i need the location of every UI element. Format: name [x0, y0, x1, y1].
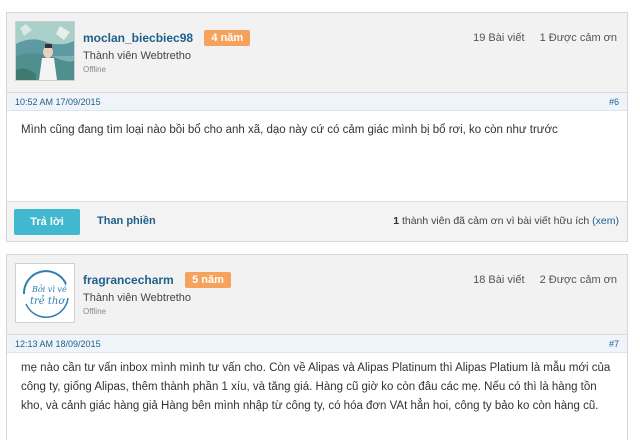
avatar-logo-icon: Bởi vì vẻ trẻ thơ	[16, 264, 74, 322]
avatar-photo-icon	[16, 22, 74, 80]
post-meta-bar: 10:52 AM 17/09/2015 #6	[7, 93, 627, 111]
post-meta-bar: 12:13 AM 18/09/2015 #7	[7, 335, 627, 353]
username-link[interactable]: moclan_biecbiec98	[83, 31, 193, 45]
user-stats: 18 Bài viết 2 Được cảm ơn	[473, 274, 617, 286]
post-content: Mình cũng đang tìm loại nào bồi bổ cho a…	[21, 124, 558, 136]
avatar[interactable]	[15, 21, 75, 81]
avatar[interactable]: Bởi vì vẻ trẻ thơ	[15, 263, 75, 323]
post-number-link[interactable]: #7	[609, 339, 619, 349]
thanked-count: 2 Được cảm ơn	[539, 274, 617, 286]
user-stats: 19 Bài viết 1 Được cảm ơn	[473, 32, 617, 44]
post-count: 18 Bài viết	[473, 274, 525, 286]
post-date: 12:13 AM 18/09/2015	[15, 339, 101, 349]
thanks-text: thành viên đã cảm ơn vì bài viết hữu ích	[399, 215, 593, 227]
post-header: moclan_biecbiec98 4 năm Thành viên Webtr…	[7, 13, 627, 93]
online-status: Offline	[83, 307, 106, 316]
post-count: 19 Bài viết	[473, 32, 525, 44]
report-link[interactable]: Than phiền	[97, 215, 156, 227]
user-info: moclan_biecbiec98 4 năm Thành viên Webtr…	[83, 30, 251, 74]
thanks-info: 1 thành viên đã cảm ơn vì bài viết hữu í…	[393, 215, 619, 227]
post-content: mẹ nào cần tư vấn inbox mình mình tư vấn…	[21, 362, 611, 412]
user-info: fragrancecharm 5 năm Thành viên Webtreth…	[83, 272, 231, 316]
forum-post: Bởi vì vẻ trẻ thơ fragrancecharm 5 năm T…	[6, 254, 628, 440]
thanked-count: 1 Được cảm ơn	[539, 32, 617, 44]
avatar-text-top: Bởi vì vẻ	[31, 285, 67, 294]
forum-post: moclan_biecbiec98 4 năm Thành viên Webtr…	[6, 12, 628, 242]
membership-years-badge: 4 năm	[204, 30, 251, 46]
online-status: Offline	[83, 65, 106, 74]
post-header: Bởi vì vẻ trẻ thơ fragrancecharm 5 năm T…	[7, 255, 627, 335]
post-footer: Trả lời Than phiền 1 thành viên đã cảm ơ…	[7, 201, 627, 241]
reply-button[interactable]: Trả lời	[14, 209, 80, 235]
view-thanks-link[interactable]: (xem)	[592, 215, 619, 227]
member-rank: Thành viên Webtretho	[83, 292, 192, 304]
membership-years-badge: 5 năm	[185, 272, 231, 288]
avatar-text-bottom: trẻ thơ	[30, 296, 65, 307]
post-date: 10:52 AM 17/09/2015	[15, 97, 101, 107]
username-link[interactable]: fragrancecharm	[83, 273, 174, 287]
member-rank: Thành viên Webtretho	[83, 50, 192, 62]
post-number-link[interactable]: #6	[609, 97, 619, 107]
